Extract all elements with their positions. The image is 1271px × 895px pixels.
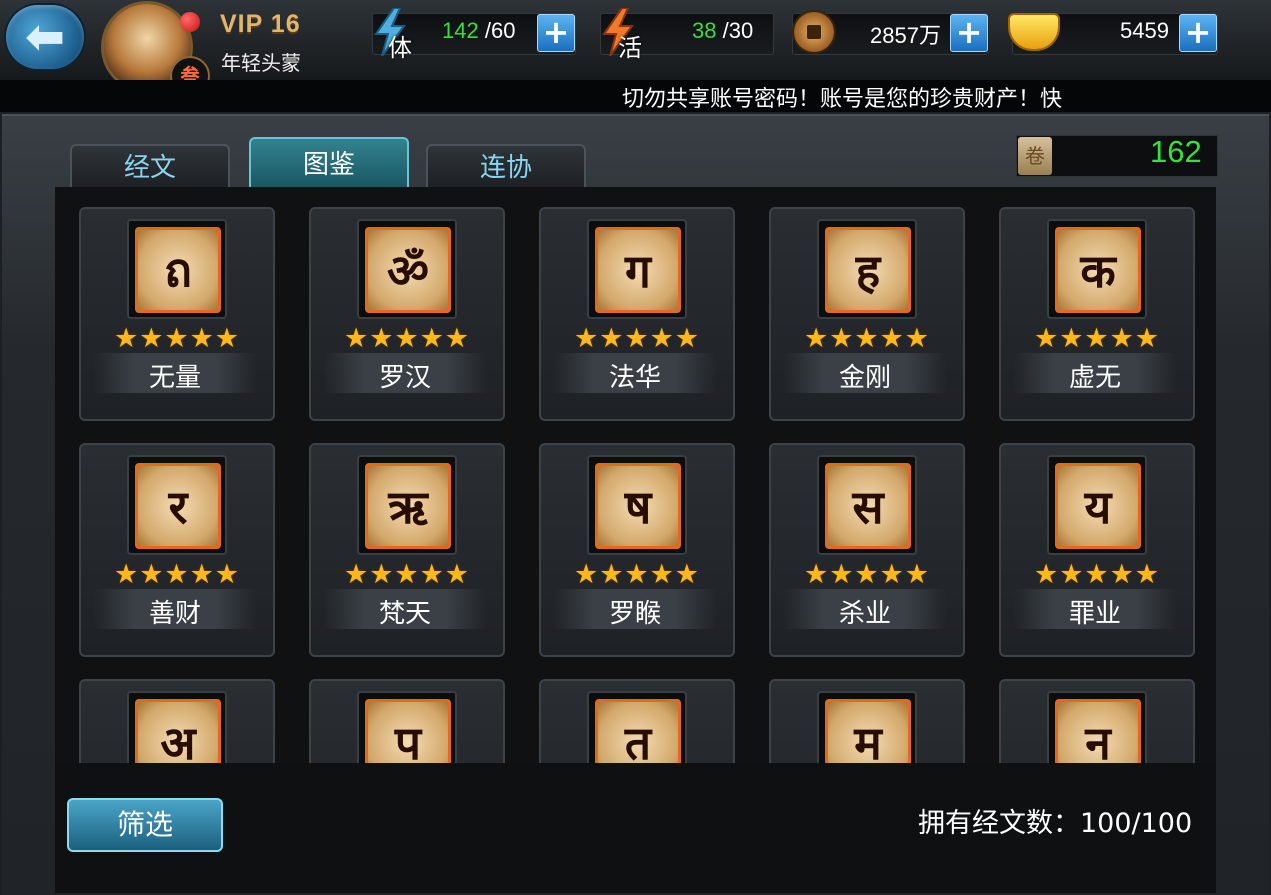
scripture-icon-frame: प [357, 691, 457, 763]
scripture-name: 法华 [608, 363, 661, 393]
scripture-name: 无量 [148, 363, 201, 393]
star-rating: ★★★★★ [573, 559, 701, 590]
scripture-name: 罗汉 [378, 363, 431, 393]
sanskrit-glyph-icon: स [825, 463, 911, 549]
filter-button[interactable]: 筛选 [67, 798, 223, 852]
vitality-current: 38 [692, 18, 717, 43]
scripture-icon-frame: ถ [127, 219, 227, 319]
sanskrit-glyph-icon: य [1055, 463, 1141, 549]
vitality-value: 38 /30 [692, 18, 753, 44]
scripture-card[interactable]: स ★★★★★ 杀业 [769, 443, 965, 657]
scripture-icon-frame: र [127, 455, 227, 555]
scripture-card[interactable]: क ★★★★★ 虚无 [999, 207, 1195, 421]
scripture-icon-frame: म [817, 691, 917, 763]
scroll-icon: 卷 [1018, 137, 1052, 175]
scripture-card[interactable]: ग ★★★★★ 法华 [539, 207, 735, 421]
scripture-icon-frame: न [1047, 691, 1147, 763]
scripture-name: 罪业 [1068, 599, 1121, 629]
scripture-card[interactable]: म [769, 679, 965, 763]
star-rating: ★★★★★ [1033, 559, 1161, 590]
star-rating: ★★★★★ [343, 559, 471, 590]
star-rating: ★★★★★ [573, 323, 701, 354]
stamina-current: 142 [442, 18, 479, 43]
sanskrit-glyph-icon: अ [135, 699, 221, 763]
sanskrit-glyph-icon: प [365, 699, 451, 763]
sanskrit-glyph-icon: ह [825, 227, 911, 313]
add-stamina-button[interactable]: + [537, 14, 575, 52]
star-rating: ★★★★★ [113, 323, 241, 354]
vitality-max: /30 [722, 18, 754, 43]
gold-ingot-icon [1010, 6, 1058, 58]
add-gold-button[interactable]: + [1179, 14, 1217, 52]
sanskrit-glyph-icon: त [595, 699, 681, 763]
sanskrit-glyph-icon: क [1055, 227, 1141, 313]
sanskrit-glyph-icon: र [135, 463, 221, 549]
tab-scriptures[interactable]: 经文 [70, 144, 230, 190]
scripture-card[interactable]: त [539, 679, 735, 763]
vip-level: VIP 16 [220, 10, 301, 38]
star-rating: ★★★★★ [343, 323, 471, 354]
player-title: 年轻头蒙 [221, 51, 301, 75]
stamina-value: 142 /60 [442, 18, 515, 44]
avatar[interactable]: 叁 [104, 4, 210, 96]
scripture-card[interactable]: अ [79, 679, 275, 763]
scroll-count: 162 [1150, 134, 1202, 169]
scripture-name: 梵天 [378, 599, 431, 629]
copper-value: 2857万 [870, 23, 941, 48]
gold-value: 5459 [1120, 18, 1169, 43]
stamina-icon-label: 体 [388, 34, 412, 62]
scripture-card[interactable]: ऋ ★★★★★ 梵天 [309, 443, 505, 657]
scripture-icon-frame: क [1047, 219, 1147, 319]
scripture-card[interactable]: ॐ ★★★★★ 罗汉 [309, 207, 505, 421]
tab-synergy[interactable]: 连协 [426, 144, 586, 190]
stamina-max: /60 [484, 18, 516, 43]
scripture-card[interactable]: ह ★★★★★ 金刚 [769, 207, 965, 421]
scripture-icon-frame: ॐ [357, 219, 457, 319]
sanskrit-glyph-icon: म [825, 699, 911, 763]
star-rating: ★★★★★ [113, 559, 241, 590]
star-rating: ★★★★★ [803, 323, 931, 354]
add-copper-button[interactable]: + [950, 14, 988, 52]
notification-dot-icon [180, 12, 200, 32]
scripture-card[interactable]: न [999, 679, 1195, 763]
copper-coin-icon [790, 6, 838, 58]
scripture-card[interactable]: य ★★★★★ 罪业 [999, 443, 1195, 657]
star-rating: ★★★★★ [803, 559, 931, 590]
sanskrit-glyph-icon: ग [595, 227, 681, 313]
scripture-card[interactable]: र ★★★★★ 善财 [79, 443, 275, 657]
scripture-icon-frame: ष [587, 455, 687, 555]
sanskrit-glyph-icon: ถ [135, 227, 221, 313]
scripture-icon-frame: ह [817, 219, 917, 319]
sanskrit-glyph-icon: ष [595, 463, 681, 549]
sanskrit-glyph-icon: ऋ [365, 463, 451, 549]
stamina-lightning-icon: 体 [366, 6, 414, 62]
announcement-text: 切勿共享账号密码！账号是您的珍贵财产！快 [622, 87, 1063, 112]
scripture-name: 金刚 [838, 363, 891, 393]
scripture-icon-frame: अ [127, 691, 227, 763]
owned-count: 拥有经文数：100/100 [918, 808, 1193, 839]
scripture-name: 杀业 [838, 599, 891, 629]
scripture-icon-frame: त [587, 691, 687, 763]
scripture-icon-frame: स [817, 455, 917, 555]
scripture-name: 善财 [148, 599, 201, 629]
codex-grid: ถ ★★★★★ 无量 ॐ ★★★★★ 罗汉 ग ★★★★★ 法华 ह ★★★★★ 金刚 क ★★★★★ 虚无… [55, 187, 1216, 763]
scripture-icon-frame: य [1047, 455, 1147, 555]
vitality-lightning-icon: 活 [594, 6, 642, 62]
tab-codex[interactable]: 图鉴 [249, 137, 409, 189]
scripture-icon-frame: ग [587, 219, 687, 319]
scripture-card[interactable]: ถ ★★★★★ 无量 [79, 207, 275, 421]
scripture-card[interactable]: प [309, 679, 505, 763]
scripture-icon-frame: ऋ [357, 455, 457, 555]
sanskrit-glyph-icon: न [1055, 699, 1141, 763]
vitality-icon-label: 活 [618, 34, 642, 62]
scripture-name: 罗睺 [608, 599, 661, 629]
star-rating: ★★★★★ [1033, 323, 1161, 354]
sanskrit-glyph-icon: ॐ [365, 227, 451, 313]
scripture-card[interactable]: ष ★★★★★ 罗睺 [539, 443, 735, 657]
scripture-name: 虚无 [1068, 363, 1121, 393]
back-arrow-icon[interactable]: ⬅ [6, 5, 84, 69]
